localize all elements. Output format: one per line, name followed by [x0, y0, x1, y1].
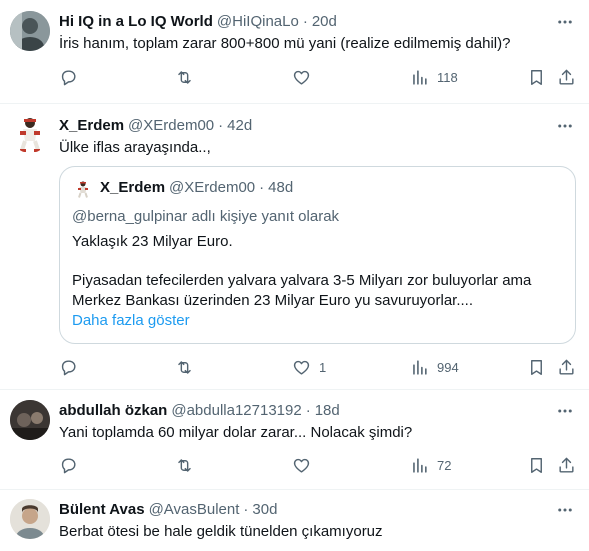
- reply-icon: [61, 457, 76, 473]
- reply-button[interactable]: [59, 453, 78, 477]
- share-button[interactable]: [557, 453, 576, 477]
- bookmark-button[interactable]: [527, 65, 546, 89]
- separator-dot: ·: [302, 12, 308, 30]
- more-options-icon[interactable]: [555, 116, 575, 136]
- tweet-header: Bülent Avas @AvasBulent · 30d: [59, 499, 277, 519]
- heart-icon: [293, 458, 310, 473]
- share-icon: [559, 359, 574, 375]
- like-button[interactable]: 1: [292, 355, 326, 379]
- user-handle[interactable]: @abdulla12713192: [171, 402, 301, 419]
- tweet-text: Ülke iflas arayaşında..,: [59, 139, 211, 156]
- tweet[interactable]: X_Erdem @XErdem00 · 42d Ülke iflas araya…: [0, 104, 589, 390]
- views-button[interactable]: 118: [410, 65, 458, 89]
- avatar-image: [10, 113, 50, 153]
- bookmark-icon: [531, 359, 542, 375]
- bookmark-icon: [531, 457, 542, 473]
- quoted-text-line: Yaklaşık 23 Milyar Euro.: [72, 233, 233, 250]
- quoted-header: X_Erdem @XErdem00 · 48d: [100, 179, 293, 196]
- bookmark-button[interactable]: [527, 453, 546, 477]
- quoted-text-line: Piyasadan tefecilerden yalvara yalvara 3…: [72, 272, 532, 289]
- views-icon: [413, 69, 427, 85]
- tweet[interactable]: Bülent Avas @AvasBulent · 30d Berbat öte…: [0, 490, 589, 551]
- reply-icon: [61, 69, 76, 85]
- avatar-image: [10, 11, 50, 51]
- share-button[interactable]: [557, 65, 576, 89]
- likes-count: 1: [319, 359, 327, 375]
- heart-icon: [293, 360, 310, 375]
- avatar[interactable]: [10, 400, 50, 440]
- tweet-actions: 72: [0, 453, 589, 477]
- more-options-icon[interactable]: [555, 500, 575, 520]
- quoted-text-line: Merkez Bankası üzerinden 23 Milyar Euro …: [72, 292, 474, 309]
- reply-button[interactable]: [59, 355, 78, 379]
- views-button[interactable]: 72: [410, 453, 451, 477]
- avatar[interactable]: [10, 113, 50, 153]
- views-count: 72: [437, 457, 452, 473]
- timestamp[interactable]: 30d: [252, 501, 277, 518]
- like-button[interactable]: [292, 65, 311, 89]
- retweet-button[interactable]: [175, 65, 194, 89]
- user-handle[interactable]: @HiIQinaLo: [217, 13, 299, 30]
- bookmark-icon: [531, 69, 542, 85]
- tweet-text: Berbat ötesi be hale geldik tünelden çık…: [59, 523, 383, 540]
- tweet-text: İris hanım, toplam zarar 800+800 mü yani…: [59, 35, 511, 52]
- quoted-avatar: [73, 179, 93, 199]
- quoted-user-handle: @XErdem00: [169, 179, 256, 196]
- separator-dot: ·: [218, 116, 224, 134]
- timestamp[interactable]: 18d: [315, 402, 340, 419]
- more-options-icon[interactable]: [555, 12, 575, 32]
- display-name[interactable]: X_Erdem: [59, 117, 124, 134]
- retweet-icon: [178, 360, 191, 374]
- retweet-button[interactable]: [175, 453, 194, 477]
- tweet-header: Hi IQ in a Lo IQ World @HiIQinaLo · 20d: [59, 11, 337, 31]
- display-name[interactable]: Bülent Avas: [59, 501, 145, 518]
- separator-dot: ·: [259, 179, 265, 196]
- quoted-tweet[interactable]: X_Erdem @XErdem00 · 48d @berna_gulpinar …: [59, 166, 576, 344]
- avatar-image: [10, 400, 50, 440]
- display-name[interactable]: abdullah özkan: [59, 402, 167, 419]
- show-more-link[interactable]: Daha fazla göster: [72, 311, 190, 331]
- quoted-timestamp: 48d: [268, 179, 294, 196]
- tweet-header: abdullah özkan @abdulla12713192 · 18d: [59, 400, 340, 420]
- retweet-icon: [178, 458, 191, 472]
- timestamp[interactable]: 42d: [227, 117, 252, 134]
- avatar[interactable]: [10, 11, 50, 51]
- user-handle[interactable]: @AvasBulent: [149, 501, 240, 518]
- reply-button[interactable]: [59, 65, 78, 89]
- separator-dot: ·: [305, 401, 311, 419]
- display-name[interactable]: Hi IQ in a Lo IQ World: [59, 13, 213, 30]
- reply-context: @berna_gulpinar adlı kişiye yanıt olarak: [72, 208, 340, 225]
- views-button[interactable]: 994: [410, 355, 459, 379]
- like-button[interactable]: [292, 453, 311, 477]
- tweet[interactable]: Hi IQ in a Lo IQ World @HiIQinaLo · 20d …: [0, 0, 589, 104]
- tweet-actions: 1 994: [0, 355, 589, 379]
- views-count: 994: [437, 359, 459, 375]
- views-count: 118: [437, 69, 458, 85]
- tweet[interactable]: abdullah özkan @abdulla12713192 · 18d Ya…: [0, 390, 589, 490]
- views-icon: [413, 359, 427, 375]
- heart-icon: [293, 70, 310, 85]
- retweet-button[interactable]: [175, 355, 194, 379]
- reply-icon: [61, 359, 76, 375]
- avatar[interactable]: [10, 499, 50, 539]
- quoted-display-name: X_Erdem: [100, 179, 166, 196]
- share-button[interactable]: [557, 355, 576, 379]
- share-icon: [559, 69, 574, 85]
- views-icon: [413, 457, 427, 473]
- tweet-header: X_Erdem @XErdem00 · 42d: [59, 115, 252, 135]
- retweet-icon: [178, 70, 191, 84]
- tweet-text: Yani toplamda 60 milyar dolar zarar... N…: [59, 424, 413, 441]
- user-handle[interactable]: @XErdem00: [128, 117, 214, 134]
- more-options-icon[interactable]: [555, 401, 575, 421]
- separator-dot: ·: [243, 500, 249, 518]
- share-icon: [559, 457, 574, 473]
- avatar-image: [10, 499, 50, 539]
- tweet-actions: 118: [0, 65, 589, 89]
- bookmark-button[interactable]: [527, 355, 546, 379]
- timestamp[interactable]: 20d: [312, 13, 337, 30]
